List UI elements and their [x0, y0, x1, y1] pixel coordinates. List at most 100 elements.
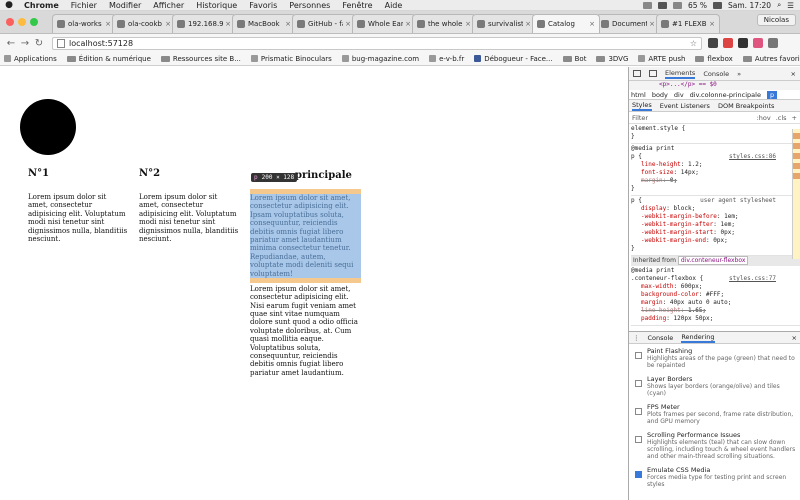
dom-tree-line[interactable]: <p>...</p> == $0: [629, 81, 800, 90]
bookmark-item[interactable]: Édition & numérique: [66, 55, 151, 63]
apple-icon[interactable]: ●: [0, 0, 18, 10]
bookmark-item[interactable]: Prismatic Binoculars: [250, 55, 332, 63]
device-toggle-icon[interactable]: [649, 70, 657, 77]
inspect-icon[interactable]: [633, 70, 641, 77]
tab-ola-cookb[interactable]: ola-cookb ×: [112, 14, 176, 33]
menu-list-icon[interactable]: ☰: [787, 1, 794, 10]
tab-macbook[interactable]: MacBook ×: [232, 14, 296, 33]
other-bookmarks[interactable]: Autres favoris: [742, 55, 800, 63]
tab-whole-ear[interactable]: Whole Ear ×: [352, 14, 416, 33]
close-icon[interactable]: ×: [791, 70, 796, 78]
extension-icon[interactable]: [723, 38, 733, 48]
scrolling-issues-checkbox[interactable]: [635, 436, 642, 443]
menu-icon[interactable]: [768, 38, 778, 48]
fullscreen-window-button[interactable]: [30, 18, 38, 26]
rule-source-link[interactable]: styles.css:86: [729, 153, 800, 161]
close-icon[interactable]: ×: [709, 20, 715, 28]
close-window-button[interactable]: [6, 18, 14, 26]
paint-flashing-checkbox[interactable]: [635, 352, 642, 359]
tab-ola-works[interactable]: ola-works ×: [52, 14, 116, 33]
emulate-media-checkbox[interactable]: [635, 471, 642, 478]
extension-icon[interactable]: [708, 38, 718, 48]
battery-level[interactable]: 65 %: [688, 1, 707, 10]
fps-meter-checkbox[interactable]: [635, 408, 642, 415]
gear-icon[interactable]: [738, 38, 748, 48]
wifi-icon[interactable]: [657, 1, 667, 9]
crumb-colonne[interactable]: div.colonne-principale: [690, 91, 761, 99]
back-arrow-icon[interactable]: ←: [4, 38, 18, 49]
address-url[interactable]: localhost:57128: [69, 39, 133, 48]
bookmark-item[interactable]: Bot: [562, 55, 586, 63]
clock[interactable]: Sam. 17:20: [728, 1, 771, 10]
css-property[interactable]: font-size: 14px;: [631, 169, 800, 177]
bookmark-item[interactable]: Applications: [4, 55, 57, 63]
close-icon[interactable]: ×: [105, 20, 111, 28]
profile-button[interactable]: Nicolas: [756, 14, 796, 26]
reload-icon[interactable]: ↻: [32, 38, 46, 49]
menu-fenetre[interactable]: Fenêtre: [336, 1, 378, 10]
tab-survivalist[interactable]: survivalist ×: [472, 14, 536, 33]
rule-source-link[interactable]: styles.css:77: [729, 275, 800, 283]
flag-icon[interactable]: [672, 1, 682, 9]
menu-fichier[interactable]: Fichier: [65, 1, 103, 10]
menu-personnes[interactable]: Personnes: [283, 1, 336, 10]
tab-192-168[interactable]: 192.168.9 ×: [172, 14, 236, 33]
menu-afficher[interactable]: Afficher: [147, 1, 190, 10]
tab-document[interactable]: Document ×: [596, 14, 660, 33]
css-property[interactable]: margin: 40px auto 0 auto;: [631, 299, 800, 307]
close-icon[interactable]: ×: [345, 20, 351, 28]
element-style-rule[interactable]: element.style {}: [631, 124, 800, 144]
rule-selector[interactable]: .conteneur-flexbox {: [631, 275, 703, 282]
close-icon[interactable]: ×: [649, 20, 655, 28]
layer-borders-checkbox[interactable]: [635, 380, 642, 387]
close-icon[interactable]: ×: [589, 20, 595, 28]
more-tabs-button[interactable]: »: [737, 70, 741, 78]
bookmark-star-icon[interactable]: ☆: [690, 39, 697, 48]
css-property-overridden[interactable]: line-height: 1.65;: [631, 307, 800, 315]
styles-filter[interactable]: Filter :hov .cls +: [629, 112, 800, 124]
add-rule-button[interactable]: +: [792, 114, 797, 122]
bookmark-item[interactable]: flexbox: [695, 55, 733, 63]
close-icon[interactable]: ×: [225, 20, 231, 28]
css-property[interactable]: background-color: #FFF;: [631, 291, 800, 299]
close-icon[interactable]: ×: [465, 20, 471, 28]
extension-icon[interactable]: [753, 38, 763, 48]
bookmark-item[interactable]: Ressources site B...: [160, 55, 241, 63]
css-property[interactable]: padding: 120px 50px;: [631, 315, 800, 323]
cls-toggle[interactable]: .cls: [776, 114, 787, 122]
inspected-paragraph[interactable]: Lorem ipsum dolor sit amet, consectetur …: [250, 194, 361, 278]
crumb-p[interactable]: p: [766, 90, 778, 99]
drawer-menu-icon[interactable]: ⋮: [633, 334, 640, 342]
css-property[interactable]: max-width: 600px;: [631, 283, 800, 291]
menu-modifier[interactable]: Modifier: [103, 1, 147, 10]
tab-elements[interactable]: Elements: [665, 69, 696, 79]
tab-the-whole[interactable]: the whole ×: [412, 14, 476, 33]
inherited-element-link[interactable]: div.conteneur-flexbox: [677, 256, 749, 265]
tab-event-listeners[interactable]: Event Listeners: [660, 102, 710, 110]
bookmark-item[interactable]: 3DVG: [596, 55, 628, 63]
css-property[interactable]: line-height: 1.2;: [631, 161, 800, 169]
crumb-div[interactable]: div: [674, 91, 684, 99]
drawer-tab-console[interactable]: Console: [648, 334, 674, 342]
bookmark-item[interactable]: e-v-b.fr: [429, 55, 464, 63]
tab-flexbox[interactable]: #1 FLEXB ×: [656, 14, 720, 33]
address-bar[interactable]: localhost:57128 ☆: [52, 36, 702, 50]
tab-dom-breakpoints[interactable]: DOM Breakpoints: [718, 102, 775, 110]
close-icon[interactable]: ×: [285, 20, 291, 28]
search-icon[interactable]: ⌕: [777, 0, 781, 10]
crumb-html[interactable]: html: [631, 91, 646, 99]
bookmark-item[interactable]: bug-magazine.com: [341, 55, 419, 63]
tab-console[interactable]: Console: [703, 70, 729, 78]
crumb-body[interactable]: body: [652, 91, 668, 99]
forward-arrow-icon[interactable]: →: [18, 38, 32, 49]
filter-label[interactable]: Filter: [632, 114, 648, 122]
status-icon[interactable]: [642, 1, 652, 9]
menu-aide[interactable]: Aide: [379, 1, 409, 10]
css-property-overridden[interactable]: margin: 0;: [631, 177, 800, 185]
tab-styles[interactable]: Styles: [632, 101, 652, 111]
drawer-tab-rendering[interactable]: Rendering: [681, 333, 715, 343]
tab-github[interactable]: GitHub - fa ×: [292, 14, 356, 33]
bookmark-item[interactable]: Débogueur - Face...: [474, 55, 553, 63]
close-icon[interactable]: ×: [405, 20, 411, 28]
minimize-window-button[interactable]: [18, 18, 26, 26]
